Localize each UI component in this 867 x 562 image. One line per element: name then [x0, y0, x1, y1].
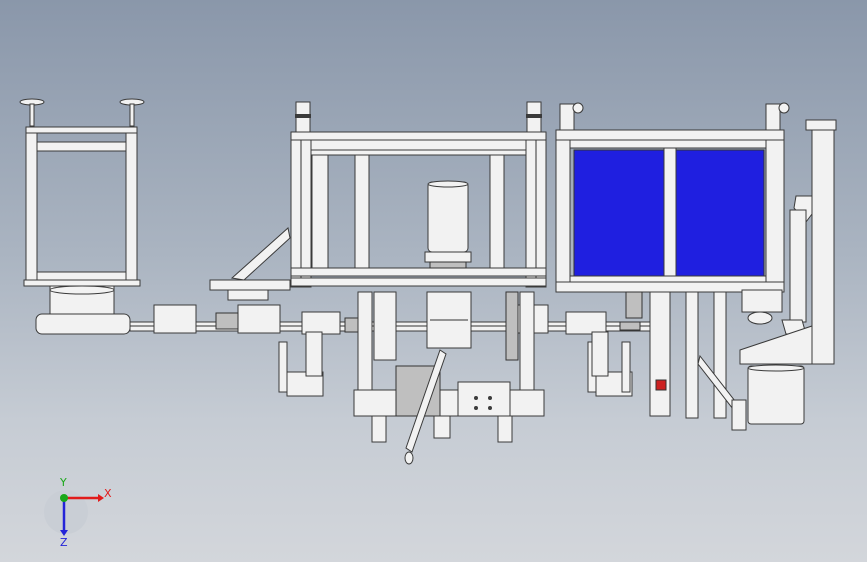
- center-frame: [209, 101, 547, 465]
- coordinate-triad: X Y Z: [44, 476, 112, 549]
- cad-viewport[interactable]: X Y Z: [0, 0, 867, 562]
- left-stand: [19, 98, 145, 335]
- machine-drawing: X Y Z: [19, 98, 837, 549]
- z-axis-label: Z: [60, 536, 68, 549]
- blue-panel-right: [675, 149, 765, 277]
- x-axis-label: X: [104, 487, 112, 500]
- y-axis-arrow: [60, 494, 68, 502]
- y-axis-label: Y: [59, 476, 67, 489]
- blue-panel-left: [573, 149, 665, 277]
